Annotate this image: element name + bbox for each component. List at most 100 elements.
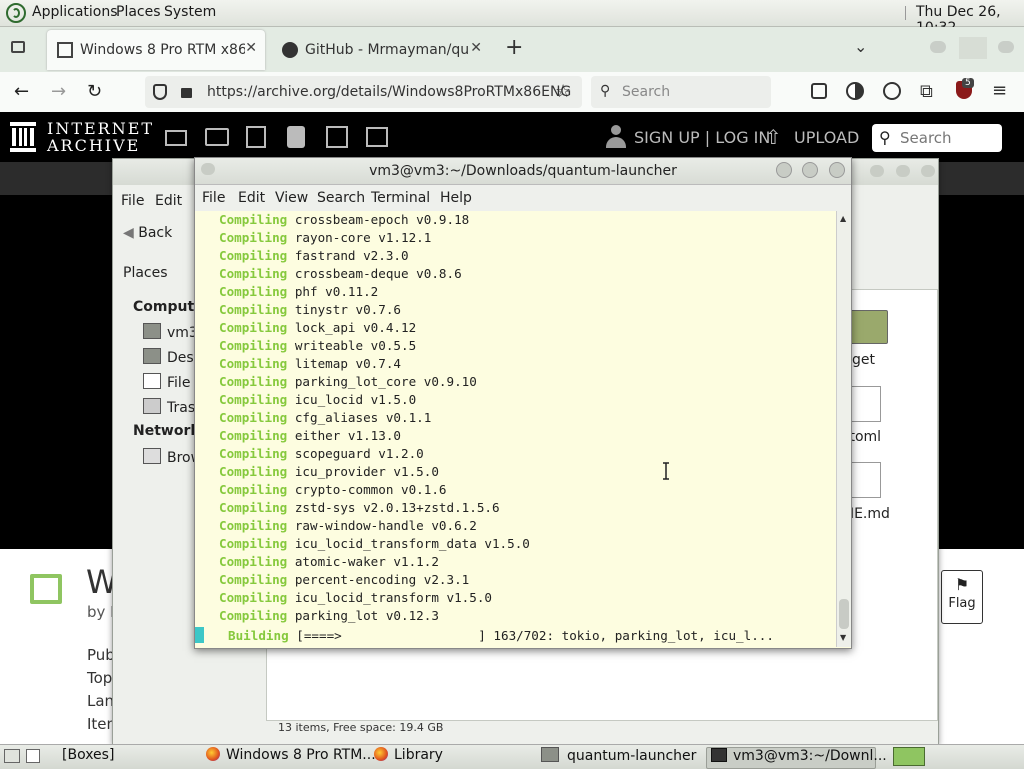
fm-back-button[interactable]: ◀ Back xyxy=(123,225,172,241)
show-desktop-icon[interactable] xyxy=(4,749,20,763)
places-menu[interactable]: Places xyxy=(116,4,161,20)
md-file-icon[interactable] xyxy=(851,462,881,498)
url-text[interactable]: https://archive.org/details/Windows8ProR… xyxy=(207,84,571,100)
archive-wordmark[interactable]: INTERNET ARCHIVE xyxy=(47,120,154,154)
compiling-keyword: Compiling xyxy=(219,320,288,335)
shield-icon[interactable] xyxy=(153,84,167,100)
compiling-keyword: Compiling xyxy=(219,536,288,551)
minimize-icon[interactable] xyxy=(870,165,884,177)
terminal-line: Compiling crossbeam-deque v0.8.6 xyxy=(219,265,462,283)
close-icon[interactable] xyxy=(921,165,935,177)
bookmark-star-icon[interactable]: ☆ xyxy=(555,81,571,102)
close-tab-icon[interactable]: ✕ xyxy=(245,40,257,56)
github-favicon-icon xyxy=(282,42,298,58)
fm-status-bar: 13 items, Free space: 19.4 GB xyxy=(278,721,444,734)
new-tab-icon[interactable]: + xyxy=(505,35,523,60)
texts-icon[interactable] xyxy=(205,128,229,146)
pocket-icon[interactable] xyxy=(811,83,827,99)
list-all-tabs-icon[interactable]: ⌄ xyxy=(854,37,867,56)
hamburger-menu-icon[interactable]: ≡ xyxy=(992,80,1007,101)
network-icon xyxy=(143,448,161,464)
scroll-up-icon[interactable]: ▲ xyxy=(840,214,846,223)
software-icon[interactable] xyxy=(326,126,348,148)
terminal-titlebar[interactable]: vm3@vm3:~/Downloads/quantum-launcher xyxy=(195,158,851,185)
images-icon[interactable] xyxy=(366,127,388,147)
file-label-target[interactable]: get xyxy=(852,352,875,368)
audio-icon[interactable] xyxy=(287,126,305,148)
compiling-keyword: Compiling xyxy=(219,410,288,425)
toml-file-icon[interactable] xyxy=(851,386,881,422)
scrollbar-thumb[interactable] xyxy=(839,599,849,629)
crate-name: litemap v0.7.4 xyxy=(294,356,401,371)
maximize-icon[interactable] xyxy=(802,162,818,178)
fm-menu-file[interactable]: File xyxy=(121,193,144,209)
compiling-keyword: Compiling xyxy=(219,590,288,605)
compiling-keyword: Compiling xyxy=(219,302,288,317)
archive-search-input[interactable]: ⚲ Search xyxy=(872,124,1002,152)
close-tab-icon[interactable]: ✕ xyxy=(470,40,482,56)
crate-name: fastrand v2.3.0 xyxy=(294,248,409,263)
workspace-switcher[interactable] xyxy=(893,747,925,766)
extensions-icon[interactable]: ⧉ xyxy=(920,81,933,102)
terminal-line: Compiling tinystr v0.7.6 xyxy=(219,301,401,319)
terminal-output[interactable]: Building [====> ] 163/702: tokio, parkin… xyxy=(195,211,835,648)
user-icon[interactable] xyxy=(606,125,626,149)
terminal-line: Compiling cfg_aliases v0.1.1 xyxy=(219,409,431,427)
folder-icon[interactable] xyxy=(850,310,888,344)
signup-login-link[interactable]: SIGN UP | LOG IN xyxy=(634,128,770,147)
applications-menu[interactable]: Applications xyxy=(32,4,118,20)
term-menu-help[interactable]: Help xyxy=(440,190,472,206)
forward-icon[interactable]: → xyxy=(51,82,66,102)
tab-github[interactable]: GitHub - Mrmayman/quantu ✕ xyxy=(272,30,490,70)
fm-menu-edit[interactable]: Edit xyxy=(155,193,182,209)
scroll-down-icon[interactable]: ▼ xyxy=(840,633,846,642)
compiling-keyword: Compiling xyxy=(219,374,288,389)
sidebar-item-vm3[interactable]: vm3 xyxy=(143,323,198,341)
task-quantum-launcher[interactable]: quantum-launcher xyxy=(541,747,696,767)
term-menu-file[interactable]: File xyxy=(202,190,225,206)
url-bar[interactable]: https://archive.org/details/Windows8ProR… xyxy=(145,76,582,108)
back-icon[interactable]: ← xyxy=(14,82,29,102)
sidebar-item-desktop[interactable]: Desk xyxy=(143,348,202,366)
tab-list-icon[interactable] xyxy=(11,41,25,53)
flag-button[interactable]: ⚑ Flag xyxy=(941,570,983,624)
dark-mode-icon[interactable] xyxy=(846,82,864,100)
maximize-icon[interactable] xyxy=(959,37,987,59)
task-terminal[interactable]: vm3@vm3:~/Downl... xyxy=(706,747,887,769)
minimize-icon[interactable] xyxy=(776,162,792,178)
navigation-toolbar: ← → ↻ https://archive.org/details/Window… xyxy=(0,72,1024,113)
web-icon[interactable] xyxy=(165,130,187,146)
video-icon[interactable] xyxy=(246,126,266,148)
task-firefox-windows8[interactable]: Windows 8 Pro RTM... xyxy=(206,747,376,767)
account-icon[interactable] xyxy=(883,82,901,100)
task-boxes[interactable]: [Boxes] xyxy=(62,747,114,767)
crate-name: parking_lot v0.12.3 xyxy=(294,608,439,623)
task-library[interactable]: Library xyxy=(374,747,443,767)
maximize-icon[interactable] xyxy=(896,165,910,177)
firefox-icon xyxy=(206,747,220,761)
term-menu-search[interactable]: Search xyxy=(317,190,365,206)
tab-windows8[interactable]: Windows 8 Pro RTM x86 En ✕ xyxy=(47,30,265,70)
upload-icon[interactable]: ⇧ xyxy=(765,125,782,149)
system-menu[interactable]: System xyxy=(164,4,216,20)
workspace-icon[interactable] xyxy=(26,749,40,763)
sidebar-item-trash[interactable]: Trasl xyxy=(143,398,199,416)
term-menu-terminal[interactable]: Terminal xyxy=(371,190,430,206)
archive-logo-icon[interactable] xyxy=(10,122,36,152)
close-icon[interactable] xyxy=(829,162,845,178)
crate-name: scopeguard v1.2.0 xyxy=(294,446,424,461)
search-bar[interactable]: ⚲ Search xyxy=(591,76,771,108)
reload-icon[interactable]: ↻ xyxy=(87,82,102,102)
minimize-icon[interactable] xyxy=(930,41,946,53)
upload-link[interactable]: UPLOAD xyxy=(794,128,859,147)
distro-logo-icon[interactable] xyxy=(6,3,26,23)
task-label: Library xyxy=(394,747,443,763)
term-menu-edit[interactable]: Edit xyxy=(238,190,265,206)
terminal-scrollbar[interactable]: ▲ ▼ xyxy=(836,211,851,647)
lock-icon[interactable] xyxy=(181,88,192,98)
home-folder-icon xyxy=(143,323,161,339)
compiling-keyword: Compiling xyxy=(219,248,288,263)
close-window-icon[interactable] xyxy=(998,41,1014,53)
terminal-menubar: File Edit View Search Terminal Help xyxy=(195,185,851,211)
term-menu-view[interactable]: View xyxy=(275,190,308,206)
